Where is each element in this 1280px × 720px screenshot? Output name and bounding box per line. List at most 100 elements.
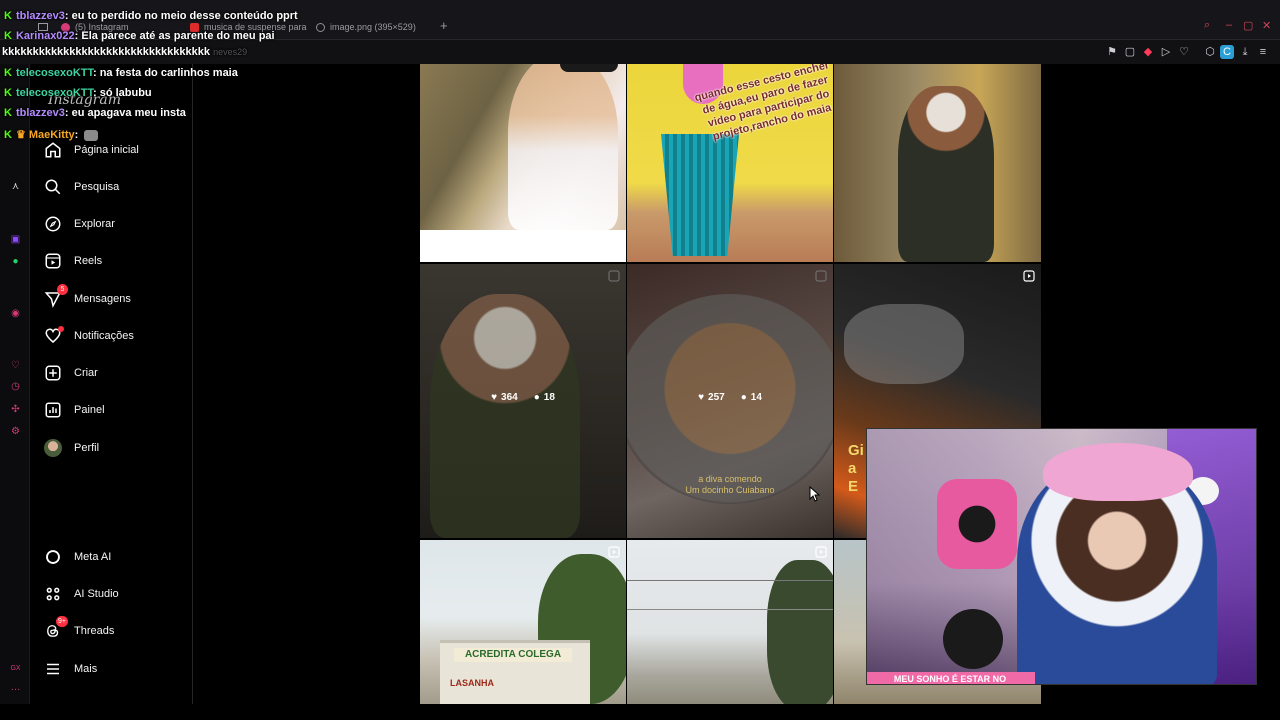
- flower-frame: [937, 479, 1017, 569]
- nav-dashboard[interactable]: Painel: [44, 399, 105, 421]
- reels-icon: [45, 253, 61, 269]
- heart-outline-icon[interactable]: ♡: [1177, 45, 1191, 59]
- nav-home[interactable]: Página inicial: [44, 139, 139, 161]
- messages-badge: 5: [57, 284, 68, 295]
- menu-icon[interactable]: ≡: [1256, 45, 1270, 59]
- tab-label: image.png (395×529): [330, 22, 416, 32]
- nav-more[interactable]: Mais: [44, 658, 97, 680]
- chat-username: telecosexoKTT: [15, 87, 93, 99]
- notification-dot: [58, 326, 64, 332]
- post-thumbnail[interactable]: ACREDITA COLEGA LASANHA: [420, 540, 626, 704]
- caption-line: Um docinho Cuiabano: [685, 485, 775, 495]
- more-icon[interactable]: …: [9, 681, 22, 694]
- shop-sign: ACREDITA COLEGA: [454, 648, 572, 662]
- reels-icon: [608, 546, 620, 558]
- whatsapp-icon[interactable]: ●: [9, 255, 22, 268]
- gx-icon[interactable]: GX: [9, 662, 22, 675]
- chat-message: Ktblazzev3: eu apagava meu insta: [4, 107, 186, 119]
- new-tab-button[interactable]: +: [440, 18, 448, 33]
- comment-icon: ●: [533, 392, 540, 403]
- nav-messages[interactable]: 5 Mensagens: [44, 284, 131, 310]
- avatar-icon: [44, 439, 62, 457]
- chat-text: : Ela parece até as parente do meu pai: [74, 30, 275, 42]
- chat-message: kkkkkkkkkkkkkkkkkkkkkkkkkkkkkkkkkk neves…: [2, 46, 247, 58]
- nav-search[interactable]: Pesquisa: [44, 176, 119, 198]
- reels-icon: [608, 270, 620, 282]
- comments-count: 18: [543, 392, 555, 403]
- overlay-line: Gi: [848, 442, 864, 459]
- reels-icon: [815, 270, 827, 282]
- history-icon[interactable]: ◷: [9, 380, 22, 393]
- compass-icon: [45, 216, 61, 232]
- shop-sign-small: LASANHA: [450, 678, 494, 688]
- close-icon[interactable]: ✕: [1262, 19, 1271, 32]
- chat-text: kkkkkkkkkkkkkkkkkkkkkkkkkkkkkkkkkk: [2, 46, 211, 58]
- screen: (5) Instagram musica de suspense para im…: [0, 0, 1280, 720]
- chat-text: : na festa do carlinhos maia: [92, 67, 238, 79]
- extensions-icon[interactable]: ⬡: [1203, 45, 1217, 59]
- chat-message: KtelecosexoKTT: na festa do carlinhos ma…: [4, 67, 238, 79]
- bookmark-icon[interactable]: ⚑: [1105, 45, 1119, 59]
- download-icon[interactable]: ⤓: [1238, 45, 1252, 59]
- post-thumbnail[interactable]: ♥ 364 ● 18: [420, 264, 626, 538]
- nav-reels[interactable]: Reels: [44, 250, 102, 272]
- chat-text: : só labubu: [92, 87, 152, 99]
- nav-label: Explorar: [74, 218, 115, 230]
- search-icon[interactable]: ⌕: [1204, 19, 1210, 32]
- likes-count: 364: [501, 392, 518, 403]
- meta-ai-icon: [46, 550, 60, 564]
- comments-count: 14: [750, 392, 762, 403]
- nav-create[interactable]: Criar: [44, 362, 98, 384]
- twitch-icon[interactable]: ▣: [9, 233, 22, 246]
- nav-label: Perfil: [74, 442, 100, 454]
- basket-shape: [661, 134, 739, 256]
- nav-meta-ai[interactable]: Meta AI: [44, 546, 111, 568]
- browser-sidebar-strip: ⋏ ▣ ● ◉ ♡ ◷ ✣ ⚙ GX …: [0, 64, 30, 704]
- puzzle-icon[interactable]: ✣: [9, 403, 22, 416]
- play-icon[interactable]: ▷: [1159, 45, 1173, 59]
- nav-label: AI Studio: [74, 588, 119, 600]
- post-thumbnail[interactable]: [420, 64, 626, 262]
- minimize-icon[interactable]: –: [1226, 19, 1232, 31]
- maximize-icon[interactable]: ▢: [1243, 19, 1253, 32]
- kick-icon: K: [4, 129, 12, 141]
- post-thumbnail[interactable]: quando esse cesto encher de água,eu paro…: [627, 64, 833, 262]
- nav-explore[interactable]: Explorar: [44, 213, 115, 235]
- chat-username: tblazzev3: [15, 10, 65, 22]
- nav-label: Criar: [74, 367, 98, 379]
- music-icon[interactable]: ◉: [9, 307, 22, 320]
- chat-username: MaeKitty: [28, 129, 75, 141]
- nav-threads[interactable]: 9+ Threads: [44, 616, 115, 642]
- faded-username: neves29: [213, 47, 248, 57]
- pocket-icon[interactable]: ◆: [1141, 45, 1155, 59]
- post-stats: ♥ 364 ● 18: [420, 392, 626, 403]
- chat-text: : eu to perdido no meio desse conteúdo p…: [64, 10, 298, 22]
- likes-stat: ♥ 257: [698, 392, 725, 403]
- likes-count: 257: [708, 392, 725, 403]
- screenshot-icon[interactable]: ▢: [1123, 45, 1137, 59]
- comments-stat: ● 18: [534, 392, 555, 403]
- settings-icon[interactable]: ⚙: [9, 425, 22, 438]
- heart-icon[interactable]: ♡: [9, 359, 22, 372]
- wires-shape: [627, 580, 833, 610]
- post-thumbnail[interactable]: [627, 540, 833, 704]
- aria-icon[interactable]: ⋏: [9, 180, 22, 193]
- profile-c-icon[interactable]: C: [1220, 45, 1234, 59]
- nav-notifications[interactable]: Notificações: [44, 325, 134, 347]
- search-icon: [45, 179, 61, 195]
- nav-ai-studio[interactable]: AI Studio: [44, 583, 119, 605]
- comments-stat: ● 14: [741, 392, 762, 403]
- nav-label: Mensagens: [74, 293, 131, 305]
- nav-profile[interactable]: Perfil: [44, 437, 99, 459]
- chat-message: K Karinax022: Ela parece até as parente d…: [4, 30, 275, 42]
- tab-image[interactable]: image.png (395×529): [316, 19, 416, 35]
- reels-icon: [815, 546, 827, 558]
- nav-label: Threads: [74, 625, 115, 637]
- post-thumbnail[interactable]: [834, 64, 1041, 262]
- person-figure: [508, 64, 618, 230]
- kick-icon: K: [4, 87, 12, 99]
- crown-badge-icon: ♛: [15, 129, 26, 141]
- post-thumbnail[interactable]: ♥ 257 ● 14 a diva comendo Um docinho Cuiab…: [627, 264, 833, 538]
- caption-line: a diva comendo: [698, 474, 762, 484]
- chat-text: :: [74, 129, 79, 141]
